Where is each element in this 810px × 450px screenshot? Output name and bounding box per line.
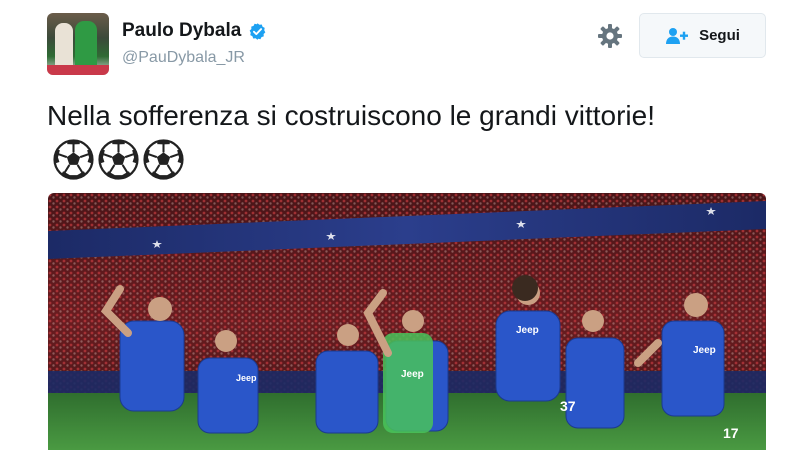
author-name-row[interactable]: Paulo Dybala bbox=[122, 20, 267, 42]
svg-text:Jeep: Jeep bbox=[516, 325, 539, 336]
user-handle[interactable]: @PauDybala_JR bbox=[122, 49, 245, 67]
gear-icon[interactable] bbox=[597, 23, 623, 49]
soccer-ball-icon bbox=[143, 139, 184, 180]
tweet-card: Paulo Dybala @PauDybala_JR Segui Nella s… bbox=[0, 0, 810, 450]
shirt-number: 37 bbox=[560, 398, 576, 414]
avatar[interactable] bbox=[47, 13, 109, 75]
follow-button[interactable]: Segui bbox=[639, 13, 766, 58]
emoji-group bbox=[53, 139, 188, 180]
display-name[interactable]: Paulo Dybala bbox=[122, 20, 241, 42]
follow-button-label: Segui bbox=[699, 27, 740, 44]
tweet-text-content: Nella sofferenza si costruiscono le gran… bbox=[47, 100, 656, 131]
soccer-ball-icon bbox=[53, 139, 94, 180]
tweet-text: Nella sofferenza si costruiscono le gran… bbox=[47, 95, 747, 180]
follow-user-icon bbox=[666, 27, 689, 44]
verified-badge-icon bbox=[249, 22, 266, 40]
soccer-ball-icon bbox=[98, 139, 139, 180]
svg-text:Jeep: Jeep bbox=[693, 345, 716, 356]
svg-text:Jeep: Jeep bbox=[236, 373, 257, 383]
team-celebration-photo: Jeep Jeep Jeep Jeep 37 17 bbox=[48, 193, 766, 450]
shirt-number: 17 bbox=[723, 425, 739, 441]
svg-text:Jeep: Jeep bbox=[401, 369, 424, 380]
tweet-media-photo[interactable]: Jeep Jeep Jeep Jeep 37 17 bbox=[48, 193, 766, 450]
